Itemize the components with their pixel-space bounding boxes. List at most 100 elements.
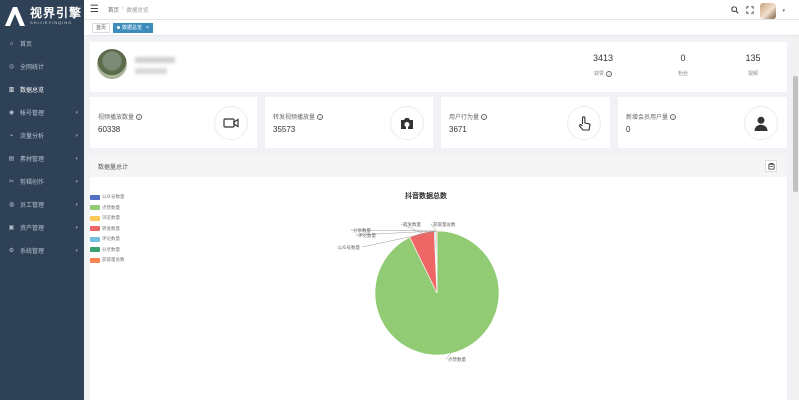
- card-title: 新增会员用户量: [626, 115, 669, 121]
- chevron-down-icon: ▾: [75, 247, 78, 254]
- help-icon[interactable]: ?: [670, 113, 677, 120]
- brand[interactable]: 视界引擎 SHIJIEYINQING: [0, 0, 84, 32]
- pie-chart: 点赞数量转发数量 获取量总数分享数量评论数量公众号数量: [338, 221, 500, 363]
- sidebar-item-label: 素材管理: [20, 157, 45, 163]
- sidebar-item-label: 全网统计: [20, 65, 45, 71]
- help-icon[interactable]: ?: [317, 113, 324, 120]
- chevron-down-icon: ▾: [75, 178, 78, 185]
- help-icon[interactable]: ?: [481, 113, 488, 120]
- sidebar-item-label: 剪辑创作: [20, 180, 45, 186]
- stat-label: 粉丝: [677, 71, 688, 77]
- profile-id-blurred: [135, 68, 167, 74]
- stat-label: 获赞: [593, 71, 604, 77]
- sidebar-item-label: 数据总览: [20, 88, 45, 94]
- pie-label: 点赞数量: [448, 356, 466, 363]
- globe-icon: ◎: [8, 64, 15, 70]
- card-new-members: 新增会员用户量? 0: [618, 97, 787, 148]
- topbar-actions: ▾: [730, 3, 785, 19]
- sidebar-item[interactable]: ⌂ 首页: [0, 32, 84, 55]
- video-camera-icon: [214, 106, 248, 140]
- tags-view: 首页 数据总览 ×: [84, 20, 799, 36]
- user-icon: ◉: [8, 110, 15, 116]
- help-icon[interactable]: ?: [606, 70, 612, 77]
- stat-value: 0: [680, 53, 686, 63]
- tag-home[interactable]: 首页: [92, 22, 111, 33]
- sidebar-item[interactable]: ⚙ 系统管理 ▾: [0, 239, 84, 262]
- brand-name: 视界引擎: [30, 6, 83, 20]
- sidebar-item-label: 流量分析: [20, 134, 45, 140]
- card-forward-plays: 转发视频播放量? 35573: [265, 97, 433, 148]
- pie-label: 获取量总数: [433, 221, 456, 228]
- chevron-down-icon: ▾: [75, 201, 78, 208]
- brand-sub: SHIJIEYINQING: [30, 20, 73, 25]
- card-value: 35573: [273, 125, 296, 134]
- hamburger-icon[interactable]: ☰: [90, 4, 99, 15]
- breadcrumb-home[interactable]: 首页: [108, 6, 119, 14]
- wallet-icon: ▣: [8, 225, 15, 231]
- camera-icon: [390, 106, 424, 140]
- stat-value: 3413: [592, 53, 614, 63]
- pointer-icon: [567, 106, 601, 140]
- pie-label: 转发数量: [403, 221, 421, 228]
- close-icon[interactable]: ×: [146, 25, 149, 31]
- card-value: 3671: [449, 125, 467, 134]
- sidebar-item-label: 帐号管理: [20, 111, 45, 117]
- stat-label: 视频: [747, 71, 758, 77]
- card-user-actions: 用户行为量? 3671: [441, 97, 610, 148]
- home-icon: ⌂: [9, 40, 14, 47]
- tag-data-overview[interactable]: 数据总览 ×: [113, 22, 153, 33]
- card-title: 用户行为量: [449, 115, 480, 121]
- sidebar-item[interactable]: ✂ 剪辑创作 ▾: [0, 170, 84, 193]
- card-value: 0: [626, 125, 631, 134]
- sidebar-item[interactable]: ▣ 资产管理 ▾: [0, 216, 84, 239]
- search-icon[interactable]: [730, 6, 739, 16]
- brand-logo-icon: [5, 7, 25, 26]
- caret-down-icon[interactable]: ▾: [782, 8, 785, 14]
- scissors-icon: ✂: [8, 179, 15, 185]
- team-icon: ◍: [8, 202, 15, 208]
- breadcrumb: 首页 / 数据总览: [108, 6, 149, 14]
- chevron-down-icon: ▾: [75, 132, 78, 139]
- sidebar-item[interactable]: ▥ 数据总览: [0, 78, 84, 101]
- breadcrumb-sep: /: [121, 5, 124, 12]
- profile-name-blurred: [135, 57, 175, 63]
- pie-label: 公众号数量: [338, 244, 361, 251]
- sidebar-item[interactable]: ◎ 全网统计: [0, 55, 84, 78]
- fullscreen-icon[interactable]: [745, 6, 754, 16]
- chevron-down-icon: ▾: [75, 224, 78, 231]
- avatar[interactable]: [760, 3, 777, 19]
- sidebar-item[interactable]: ▤ 素材管理 ▾: [0, 147, 84, 170]
- scrollbar[interactable]: [791, 36, 799, 400]
- chevron-down-icon: ▾: [75, 155, 78, 162]
- sidebar-item-label: 首页: [20, 42, 33, 48]
- active-dot-icon: [117, 26, 121, 29]
- signal-icon: ⌁: [9, 133, 14, 139]
- pie-label: 评论数量: [358, 232, 376, 239]
- sidebar: 视界引擎 SHIJIEYINQING ⌂ 首页 ◎ 全网统计 ▥ 数据总览 ◉ 帐号管理 ▾ ⌁ 流…: [0, 0, 84, 400]
- user-icon: [744, 106, 778, 140]
- tag-label: 数据总览: [122, 25, 143, 31]
- help-icon[interactable]: ?: [136, 113, 143, 120]
- stat-videos: 135 视频: [733, 53, 773, 77]
- sidebar-item-label: 员工管理: [20, 203, 45, 209]
- stat-fans: 0 粉丝: [663, 53, 703, 77]
- bar-chart-icon: ▥: [8, 87, 15, 93]
- sidebar-item[interactable]: ◍ 员工管理 ▾: [0, 193, 84, 216]
- sidebar-item-label: 系统管理: [20, 249, 45, 255]
- card-video-plays: 视频播放数量? 60338: [90, 97, 257, 148]
- gear-icon: ⚙: [8, 248, 15, 254]
- card-value: 60338: [98, 125, 121, 134]
- sidebar-item[interactable]: ◉ 帐号管理 ▾: [0, 101, 84, 124]
- card-title: 视频播放数量: [98, 115, 135, 121]
- sidebar-item[interactable]: ⌁ 流量分析 ▾: [0, 124, 84, 147]
- chevron-down-icon: ▾: [75, 109, 78, 116]
- card-title: 转发视频播放量: [273, 115, 316, 121]
- stat-likes: 3413 获赞?: [583, 53, 623, 77]
- profile-avatar: [97, 49, 127, 79]
- sidebar-menu: ⌂ 首页 ◎ 全网统计 ▥ 数据总览 ◉ 帐号管理 ▾ ⌁ 流量分析 ▾ ▤ 素材管理 ▾ ✂ 剪辑创作 ▾ ◍ 员工…: [0, 32, 84, 262]
- topbar: ☰ 首页 / 数据总览 ▾: [84, 0, 799, 20]
- sidebar-item-label: 资产管理: [20, 226, 45, 232]
- breadcrumb-current: 数据总览: [126, 7, 149, 14]
- profile-panel: 3413 获赞? 0 粉丝 135 视频: [90, 42, 787, 92]
- scrollbar-thumb[interactable]: [793, 76, 798, 192]
